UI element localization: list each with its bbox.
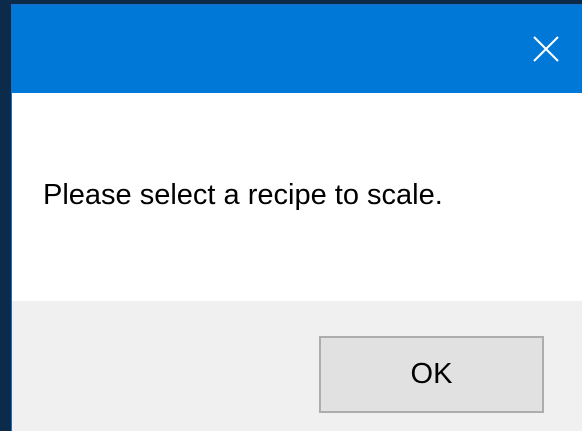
dialog-message: Please select a recipe to scale. [43, 179, 443, 211]
message-dialog: Please select a recipe to scale. OK [12, 5, 582, 431]
close-button[interactable] [510, 5, 582, 93]
close-icon [533, 36, 559, 62]
dialog-footer: OK [12, 301, 582, 431]
ok-button[interactable]: OK [319, 336, 544, 413]
dialog-titlebar [12, 5, 582, 93]
dialog-content: Please select a recipe to scale. [12, 93, 582, 301]
